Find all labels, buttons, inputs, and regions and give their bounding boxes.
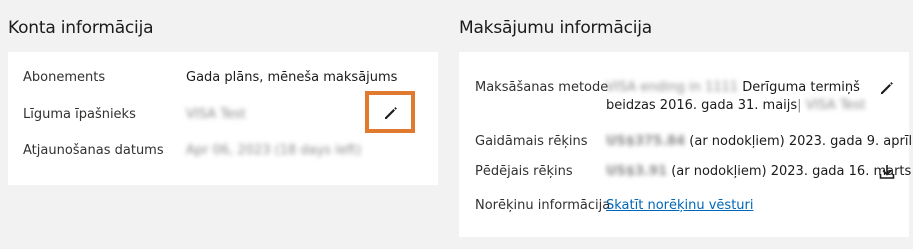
payment-section-title: Maksājumu informācija bbox=[459, 18, 653, 38]
renewal-value: Apr 06, 2023 (18 days left) bbox=[186, 143, 362, 158]
billing-history-link[interactable]: Skatīt norēķinu vēsturi bbox=[606, 198, 754, 213]
payment-method-line2: beidzas 2016. gada 31. maijs| VISA Test bbox=[606, 98, 866, 113]
owner-label: Līguma īpašnieks bbox=[23, 107, 136, 122]
subscription-value: Gada plāns, mēneša maksājums bbox=[186, 70, 398, 85]
edit-payment-icon[interactable] bbox=[878, 79, 896, 97]
account-section-title: Konta informācija bbox=[8, 18, 154, 38]
payment-card: Maksāšanas metode VISA ending in 1111 De… bbox=[459, 52, 913, 237]
renewal-label: Atjaunošanas datums bbox=[23, 143, 164, 158]
subscription-label: Abonements bbox=[23, 70, 106, 85]
pencil-icon[interactable] bbox=[382, 104, 400, 122]
payment-method-line1: VISA ending in 1111 Derīguma termiņš bbox=[606, 80, 860, 95]
last-invoice-value: US$3.91 (ar nodokļiem) 2023. gada 16. ma… bbox=[606, 164, 912, 179]
owner-value: VISA Test bbox=[186, 107, 246, 122]
upcoming-invoice-value: US$375.84 (ar nodokļiem) 2023. gada 9. a… bbox=[606, 134, 913, 149]
upcoming-invoice-label: Gaidāmais rēķins bbox=[475, 134, 588, 149]
last-invoice-label: Pēdējais rēķins bbox=[475, 164, 573, 179]
payment-method-label: Maksāšanas metode bbox=[475, 80, 609, 95]
download-icon[interactable] bbox=[877, 162, 897, 182]
billing-info-label: Norēķinu informācija bbox=[475, 198, 611, 213]
